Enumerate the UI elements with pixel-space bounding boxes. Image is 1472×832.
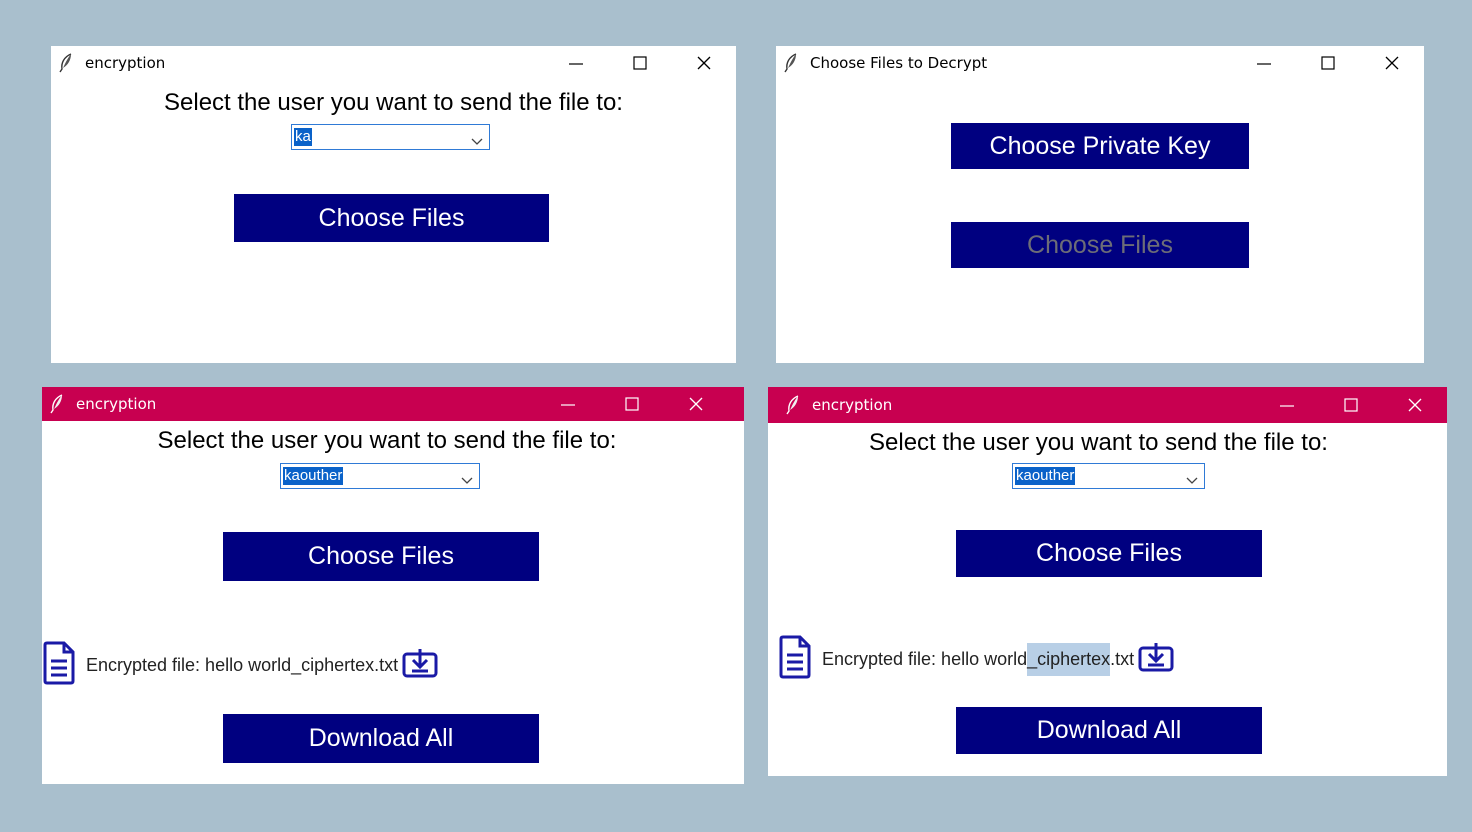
close-button[interactable] (664, 387, 728, 421)
encryption-window-1: encryption Select the user you want to s… (51, 46, 736, 363)
maximize-icon (1321, 56, 1335, 70)
feather-icon (784, 395, 802, 415)
encrypted-file-row: Encrypted file: hello world_ciphertex.tx… (778, 635, 1174, 684)
select-user-prompt: Select the user you want to send the fil… (157, 427, 617, 454)
download-icon[interactable] (402, 648, 438, 683)
encrypted-file-label-selection: _ciphertex (1027, 643, 1111, 676)
close-button[interactable] (672, 46, 736, 80)
maximize-button[interactable] (1319, 387, 1383, 423)
choose-private-key-button[interactable]: Choose Private Key (951, 123, 1249, 169)
maximize-icon (633, 56, 647, 70)
choose-files-button[interactable]: Choose Files (234, 194, 549, 242)
chevron-down-icon[interactable] (1186, 472, 1198, 490)
document-icon (42, 641, 76, 690)
close-icon (697, 56, 711, 70)
encrypted-file-row: Encrypted file: hello world_ciphertex.tx… (42, 641, 438, 690)
close-icon (1385, 56, 1399, 70)
chevron-down-icon[interactable] (461, 472, 473, 490)
encrypted-file-label-suffix: .txt (1110, 649, 1135, 669)
close-button[interactable] (1360, 46, 1424, 80)
close-icon (1408, 398, 1422, 412)
window-title: encryption (76, 395, 157, 413)
choose-files-button[interactable]: Choose Files (223, 532, 539, 581)
maximize-icon (625, 397, 639, 411)
minimize-icon (1280, 398, 1294, 412)
user-select[interactable]: ka (291, 124, 490, 150)
feather-icon (48, 394, 66, 414)
maximize-icon (1344, 398, 1358, 412)
minimize-button[interactable] (536, 387, 600, 421)
document-icon (778, 635, 812, 684)
decrypt-window: Choose Files to Decrypt Choose Private K… (776, 46, 1424, 363)
encrypted-file-label-prefix: Encrypted file: hello world (822, 649, 1028, 669)
window-title: encryption (812, 396, 893, 414)
choose-files-button-disabled[interactable]: Choose Files (951, 222, 1249, 268)
encryption-window-3: encryption Select the user you want to s… (42, 387, 744, 784)
title-bar[interactable]: encryption (51, 46, 736, 80)
close-icon (689, 397, 703, 411)
download-icon[interactable] (1138, 642, 1174, 677)
user-select[interactable]: kaouther (1012, 463, 1205, 489)
title-bar[interactable]: Choose Files to Decrypt (776, 46, 1424, 80)
minimize-button[interactable] (544, 46, 608, 80)
download-all-button[interactable]: Download All (956, 707, 1262, 754)
select-user-prompt: Select the user you want to send the fil… (164, 89, 623, 116)
minimize-button[interactable] (1255, 387, 1319, 423)
user-select-value: ka (294, 128, 312, 146)
user-select-value: kaouther (1015, 467, 1076, 485)
window-title: Choose Files to Decrypt (810, 54, 988, 72)
feather-icon (782, 53, 800, 73)
maximize-button[interactable] (1296, 46, 1360, 80)
minimize-icon (1257, 56, 1271, 70)
close-button[interactable] (1383, 387, 1447, 423)
user-select[interactable]: kaouther (280, 463, 480, 489)
maximize-button[interactable] (600, 387, 664, 421)
choose-files-button[interactable]: Choose Files (956, 530, 1262, 577)
minimize-button[interactable] (1232, 46, 1296, 80)
encryption-window-4: encryption Select the user you want to s… (768, 387, 1447, 776)
window-title: encryption (85, 54, 166, 72)
title-bar[interactable]: encryption (768, 387, 1447, 423)
minimize-icon (569, 56, 583, 70)
title-bar[interactable]: encryption (42, 387, 744, 421)
feather-icon (57, 53, 75, 73)
encrypted-file-label: Encrypted file: hello world_ciphertex.tx… (86, 655, 399, 675)
minimize-icon (561, 397, 575, 411)
maximize-button[interactable] (608, 46, 672, 80)
chevron-down-icon[interactable] (471, 133, 483, 151)
select-user-prompt: Select the user you want to send the fil… (869, 429, 1328, 456)
download-all-button[interactable]: Download All (223, 714, 539, 763)
user-select-value: kaouther (283, 467, 344, 485)
